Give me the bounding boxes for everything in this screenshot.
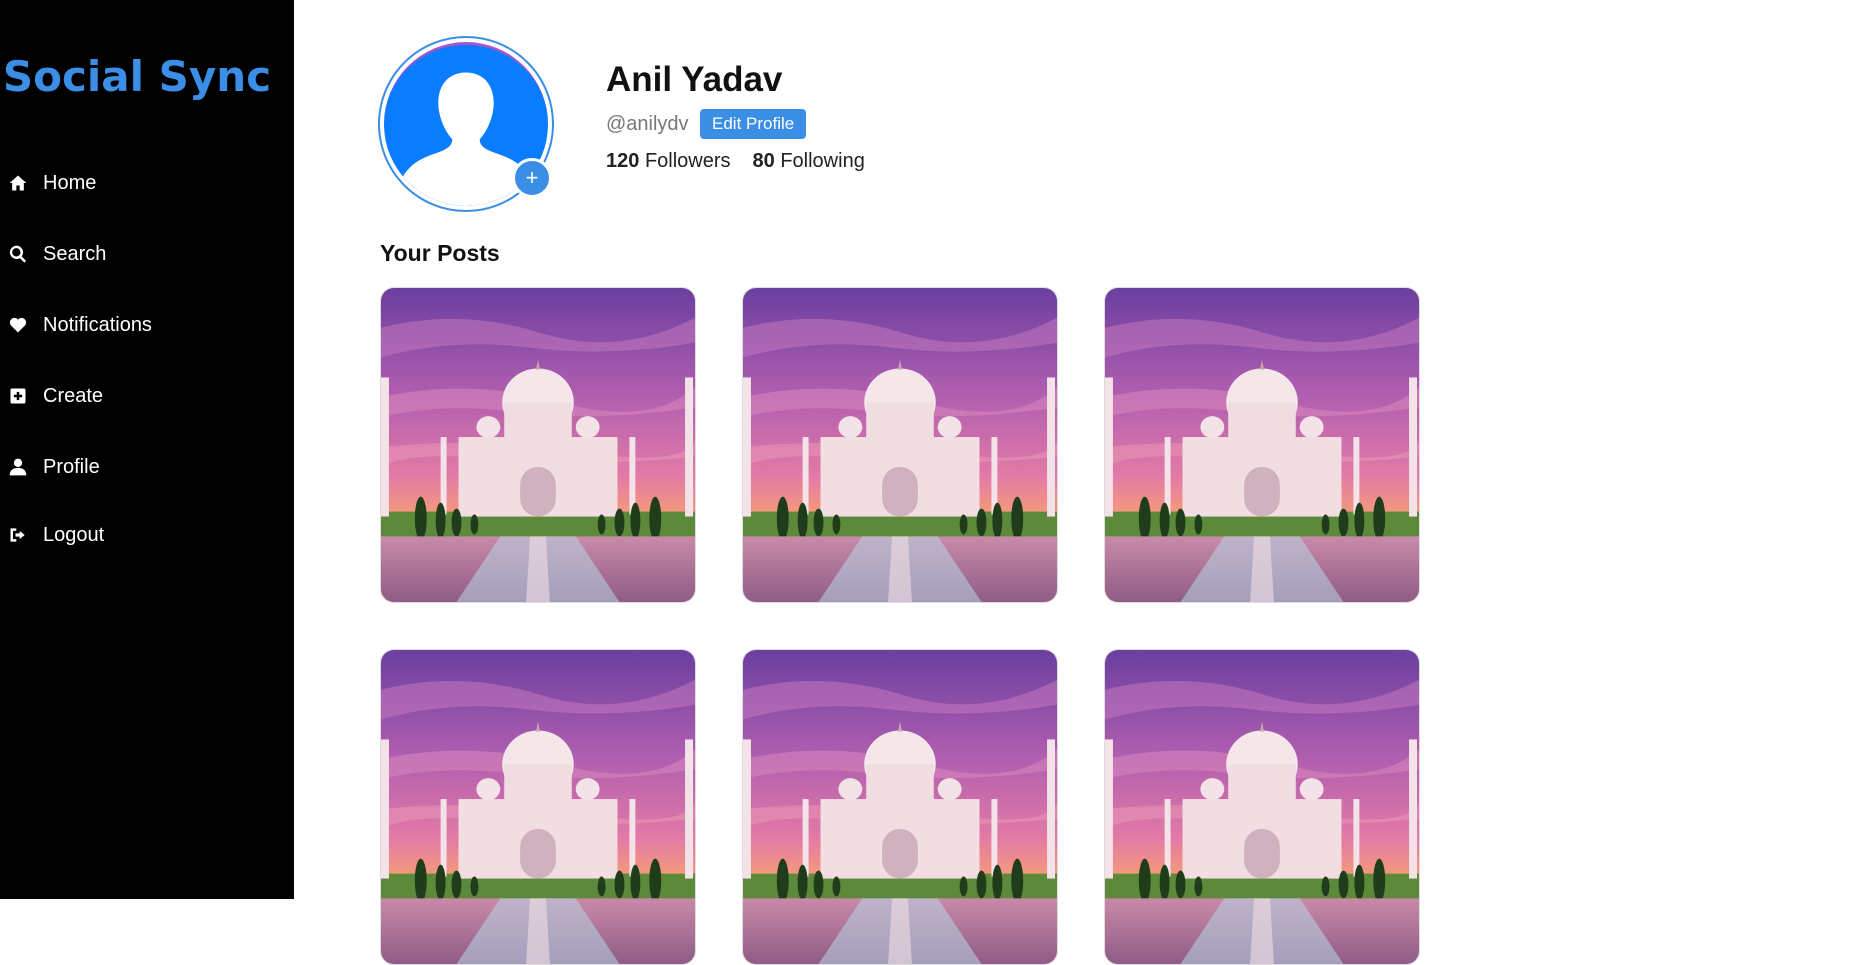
sidebar-item-label: Search <box>43 242 107 265</box>
sidebar-item-create[interactable]: Create <box>8 376 103 416</box>
sidebar-item-label: Logout <box>43 523 105 546</box>
sidebar-item-search[interactable]: Search <box>8 234 106 274</box>
followers-label: Followers <box>644 150 731 172</box>
followers-count: 120 <box>606 150 640 172</box>
sidebar: Social Sync Home Search Notifications Cr… <box>0 0 294 899</box>
heart-icon <box>9 317 27 333</box>
profile-handle: @anilydv <box>606 113 689 135</box>
profile-stats: 120 Followers 80 Following <box>606 150 865 173</box>
sidebar-item-label: Profile <box>43 455 100 478</box>
following-stat[interactable]: 80 Following <box>753 150 865 172</box>
plus-square-icon <box>10 388 26 404</box>
following-count: 80 <box>752 150 775 172</box>
post-thumbnail[interactable] <box>1104 287 1420 603</box>
user-icon <box>9 458 27 476</box>
post-thumbnail[interactable] <box>742 649 1058 965</box>
sidebar-item-profile[interactable]: Profile <box>8 447 100 487</box>
sidebar-item-notifications[interactable]: Notifications <box>8 305 152 345</box>
add-photo-button[interactable]: + <box>512 158 552 198</box>
app-logo[interactable]: Social Sync <box>0 52 274 101</box>
post-thumbnail[interactable] <box>1104 649 1420 965</box>
post-thumbnail[interactable] <box>742 287 1058 603</box>
posts-heading: Your Posts <box>380 240 500 266</box>
home-icon <box>9 175 27 191</box>
logout-icon <box>10 528 25 542</box>
profile-name: Anil Yadav <box>606 60 783 99</box>
post-image <box>1105 288 1419 602</box>
avatar-ring: + <box>378 36 554 212</box>
following-label: Following <box>780 150 865 172</box>
post-image <box>743 650 1057 964</box>
post-image <box>381 650 695 964</box>
sidebar-item-label: Create <box>43 384 104 407</box>
post-thumbnail[interactable] <box>380 649 696 965</box>
sidebar-item-label: Home <box>43 171 97 194</box>
edit-profile-button[interactable]: Edit Profile <box>700 109 807 139</box>
sidebar-item-logout[interactable]: Logout <box>8 515 104 555</box>
post-image <box>743 288 1057 602</box>
sidebar-item-home[interactable]: Home <box>8 163 96 203</box>
sidebar-item-label: Notifications <box>43 313 152 336</box>
followers-stat[interactable]: 120 Followers <box>606 150 731 172</box>
post-image <box>1105 650 1419 964</box>
post-image <box>381 288 695 602</box>
post-thumbnail[interactable] <box>380 287 696 603</box>
search-icon <box>9 245 27 263</box>
profile-main: + Anil Yadav @anilydv Edit Profile 120 F… <box>294 0 1866 965</box>
